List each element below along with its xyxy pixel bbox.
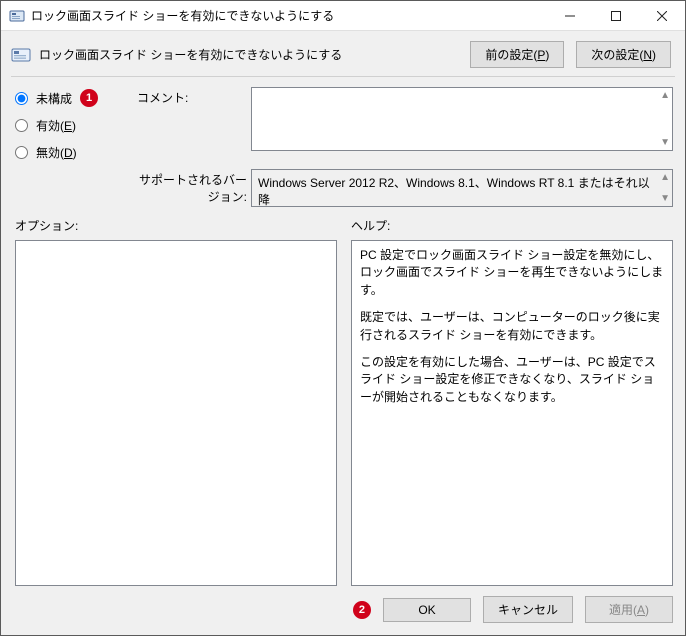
annotation-1: 1 [80, 89, 98, 107]
title-bar: ロック画面スライド ショーを有効にできないようにする [1, 1, 685, 31]
scroll-down-icon: ▼ [660, 137, 670, 148]
radio-enabled[interactable]: 有効(E) [15, 117, 133, 134]
app-icon [9, 8, 25, 24]
radio-not-configured[interactable]: 未構成 1 [15, 89, 133, 107]
apply-button[interactable]: 適用(A) [585, 596, 673, 623]
nav-buttons: 前の設定(P) 次の設定(N) [470, 41, 671, 68]
help-column: ヘルプ: PC 設定でロック画面スライド ショー設定を無効にし、ロック画面でスラ… [351, 217, 673, 586]
help-label: ヘルプ: [351, 217, 673, 234]
supported-versions-box: Windows Server 2012 R2、Windows 8.1、Windo… [251, 169, 673, 207]
annotation-2: 2 [353, 601, 371, 619]
dialog-footer: 2 OK キャンセル 適用(A) [1, 586, 685, 635]
minimize-button[interactable] [547, 1, 593, 30]
comment-textbox[interactable]: ▲ ▼ [251, 87, 673, 151]
body-section: オプション: ヘルプ: PC 設定でロック画面スライド ショー設定を無効にし、ロ… [1, 215, 685, 586]
radio-disabled-input[interactable] [15, 146, 28, 159]
radio-not-configured-input[interactable] [15, 92, 28, 105]
comment-label: コメント: [137, 87, 247, 106]
scroll-up-icon: ▲ [660, 90, 670, 101]
next-setting-button[interactable]: 次の設定(N) [576, 41, 671, 68]
help-paragraph: 既定では、ユーザーは、コンピューターのロック後に実行されるスライド ショーを有効… [360, 309, 664, 344]
scroll-up-icon: ▲ [660, 172, 670, 183]
divider [11, 76, 675, 77]
radio-enabled-input[interactable] [15, 119, 28, 132]
cancel-button[interactable]: キャンセル [483, 596, 573, 623]
options-column: オプション: [15, 217, 337, 586]
supported-label: サポートされるバージョン: [137, 169, 247, 205]
policy-header: ロック画面スライド ショーを有効にできないようにする 前の設定(P) 次の設定(… [1, 31, 685, 76]
window-title: ロック画面スライド ショーを有効にできないようにする [31, 7, 547, 24]
radio-disabled[interactable]: 無効(D) [15, 144, 133, 161]
state-radio-group: 未構成 1 有効(E) 無効(D) [15, 87, 133, 161]
policy-icon [11, 45, 31, 65]
ok-button[interactable]: OK [383, 598, 471, 622]
maximize-button[interactable] [593, 1, 639, 30]
window-controls [547, 1, 685, 30]
close-button[interactable] [639, 1, 685, 30]
options-label: オプション: [15, 217, 337, 234]
help-panel: PC 設定でロック画面スライド ショー設定を無効にし、ロック画面でスライド ショ… [351, 240, 673, 586]
gpo-policy-dialog: ロック画面スライド ショーを有効にできないようにする ロック画面スライド ショー… [0, 0, 686, 636]
config-section: 未構成 1 有効(E) 無効(D) コメント: ▲ ▼ サポートされるバージョン… [1, 81, 685, 215]
policy-title: ロック画面スライド ショーを有効にできないようにする [39, 46, 462, 63]
options-panel [15, 240, 337, 586]
scroll-down-icon: ▼ [660, 193, 670, 204]
help-paragraph: PC 設定でロック画面スライド ショー設定を無効にし、ロック画面でスライド ショ… [360, 247, 664, 299]
previous-setting-button[interactable]: 前の設定(P) [470, 41, 564, 68]
help-paragraph: この設定を有効にした場合、ユーザーは、PC 設定でスライド ショー設定を修正でき… [360, 354, 664, 406]
